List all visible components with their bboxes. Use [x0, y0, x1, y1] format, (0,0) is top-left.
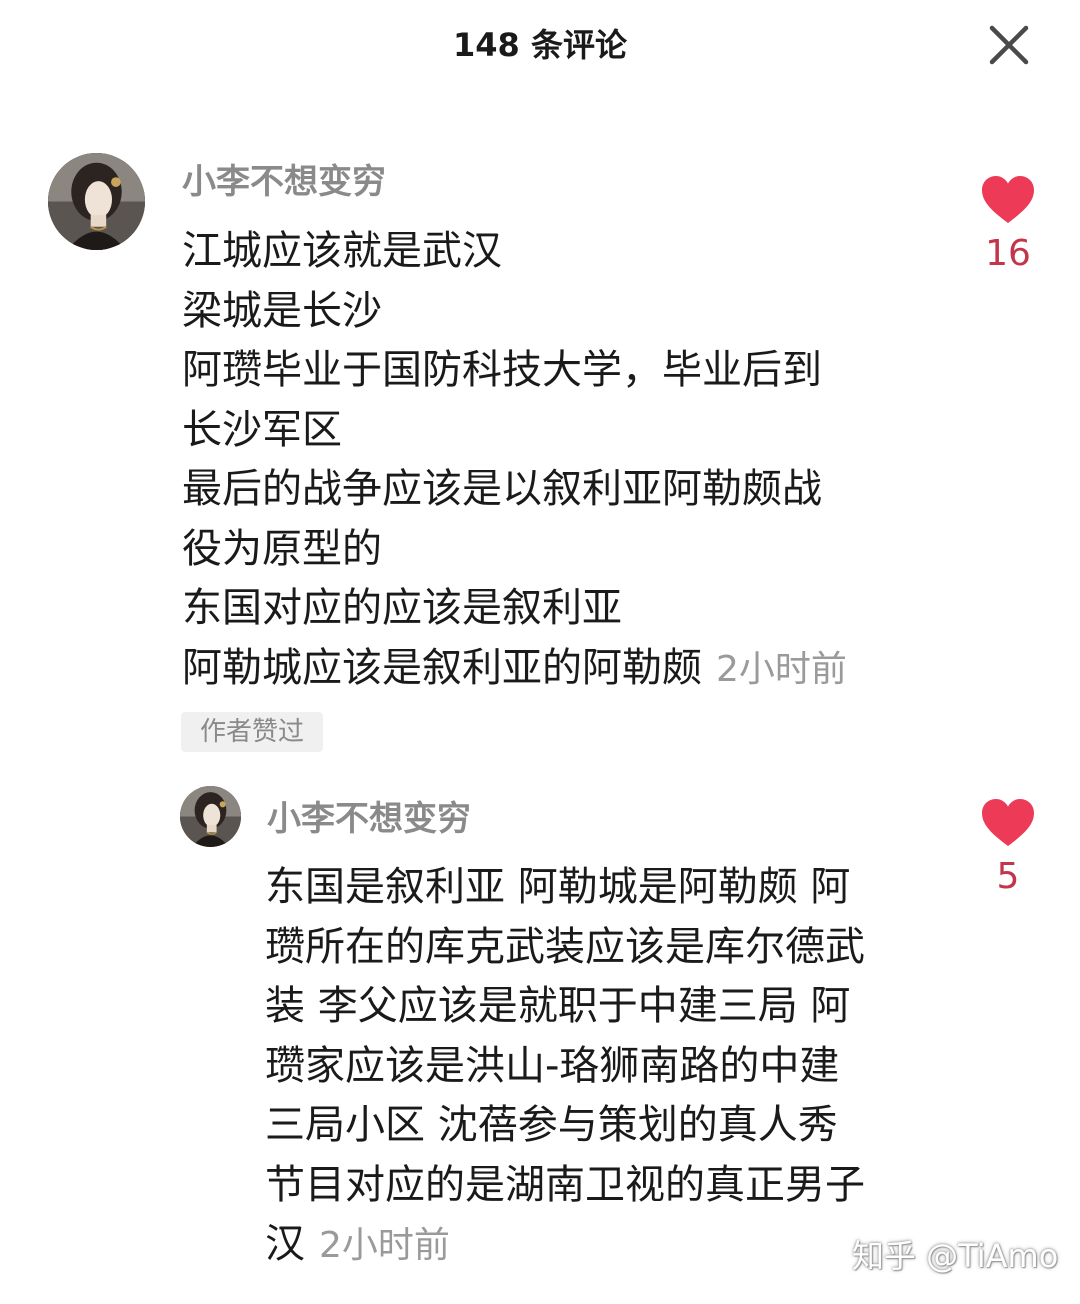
comment-line: 东国对应的应该是叙利亚 — [182, 585, 622, 631]
heart-icon[interactable] — [980, 798, 1036, 848]
reply-line-text: 汉 — [265, 1221, 305, 1267]
watermark: 知乎 @TiAmo — [852, 1237, 1059, 1275]
heart-icon[interactable] — [980, 175, 1036, 225]
avatar[interactable] — [48, 153, 145, 250]
comment-line: 役为原型的 — [182, 525, 382, 572]
like-button[interactable] — [980, 798, 1036, 848]
comment-line: 江城应该就是武汉 — [182, 228, 502, 274]
comment-line: 阿瓒毕业于国防科技大学，毕业后到 — [182, 347, 822, 393]
reply-line: 三局小区 沈蓓参与策划的真人秀 — [265, 1102, 838, 1148]
reply-line: 节目对应的是湖南卫视的真正男子 — [265, 1161, 865, 1208]
comment-line: 最后的战争应该是以叙利亚阿勒颇战 — [182, 466, 822, 512]
reply-line: 东国是叙利亚 阿勒城是阿勒颇 阿 — [265, 864, 851, 910]
reply-line: 装 李父应该是就职于中建三局 阿 — [265, 983, 851, 1029]
like-count: 5 — [996, 856, 1020, 897]
reply-body: 东国是叙利亚 阿勒城是阿勒颇 阿 瓒所在的库克武装应该是库尔德武 装 李父应该是… — [265, 858, 865, 1276]
comment-username[interactable]: 小李不想变穷 — [182, 160, 386, 204]
comment-line-text: 阿勒城应该是叙利亚的阿勒颇 — [182, 644, 702, 691]
avatar[interactable] — [180, 786, 241, 847]
reply-username[interactable]: 小李不想变穷 — [267, 797, 471, 841]
reply-line-last: 汉 2小时前 — [265, 1215, 865, 1276]
like-button[interactable] — [980, 175, 1036, 225]
close-icon[interactable] — [982, 20, 1034, 72]
comments-header-title: 148 条评论 — [453, 26, 627, 64]
reply-line: 瓒所在的库克武装应该是库尔德武 — [265, 923, 865, 970]
close-button[interactable] — [982, 20, 1034, 72]
comment-body: 江城应该就是武汉 梁城是长沙 阿瓒毕业于国防科技大学，毕业后到 长沙军区 最后的… — [182, 222, 847, 699]
comment-line: 梁城是长沙 — [182, 287, 382, 334]
comment-line: 长沙军区 — [182, 406, 342, 453]
comment-timestamp: 2小时前 — [716, 648, 847, 690]
like-count: 16 — [985, 233, 1031, 274]
comment-line-last: 阿勒城应该是叙利亚的阿勒颇 2小时前 — [182, 639, 847, 700]
author-liked-badge: 作者赞过 — [181, 712, 323, 752]
reply-line: 瓒家应该是洪山-珞狮南路的中建 — [265, 1042, 840, 1089]
reply-timestamp: 2小时前 — [319, 1225, 450, 1266]
